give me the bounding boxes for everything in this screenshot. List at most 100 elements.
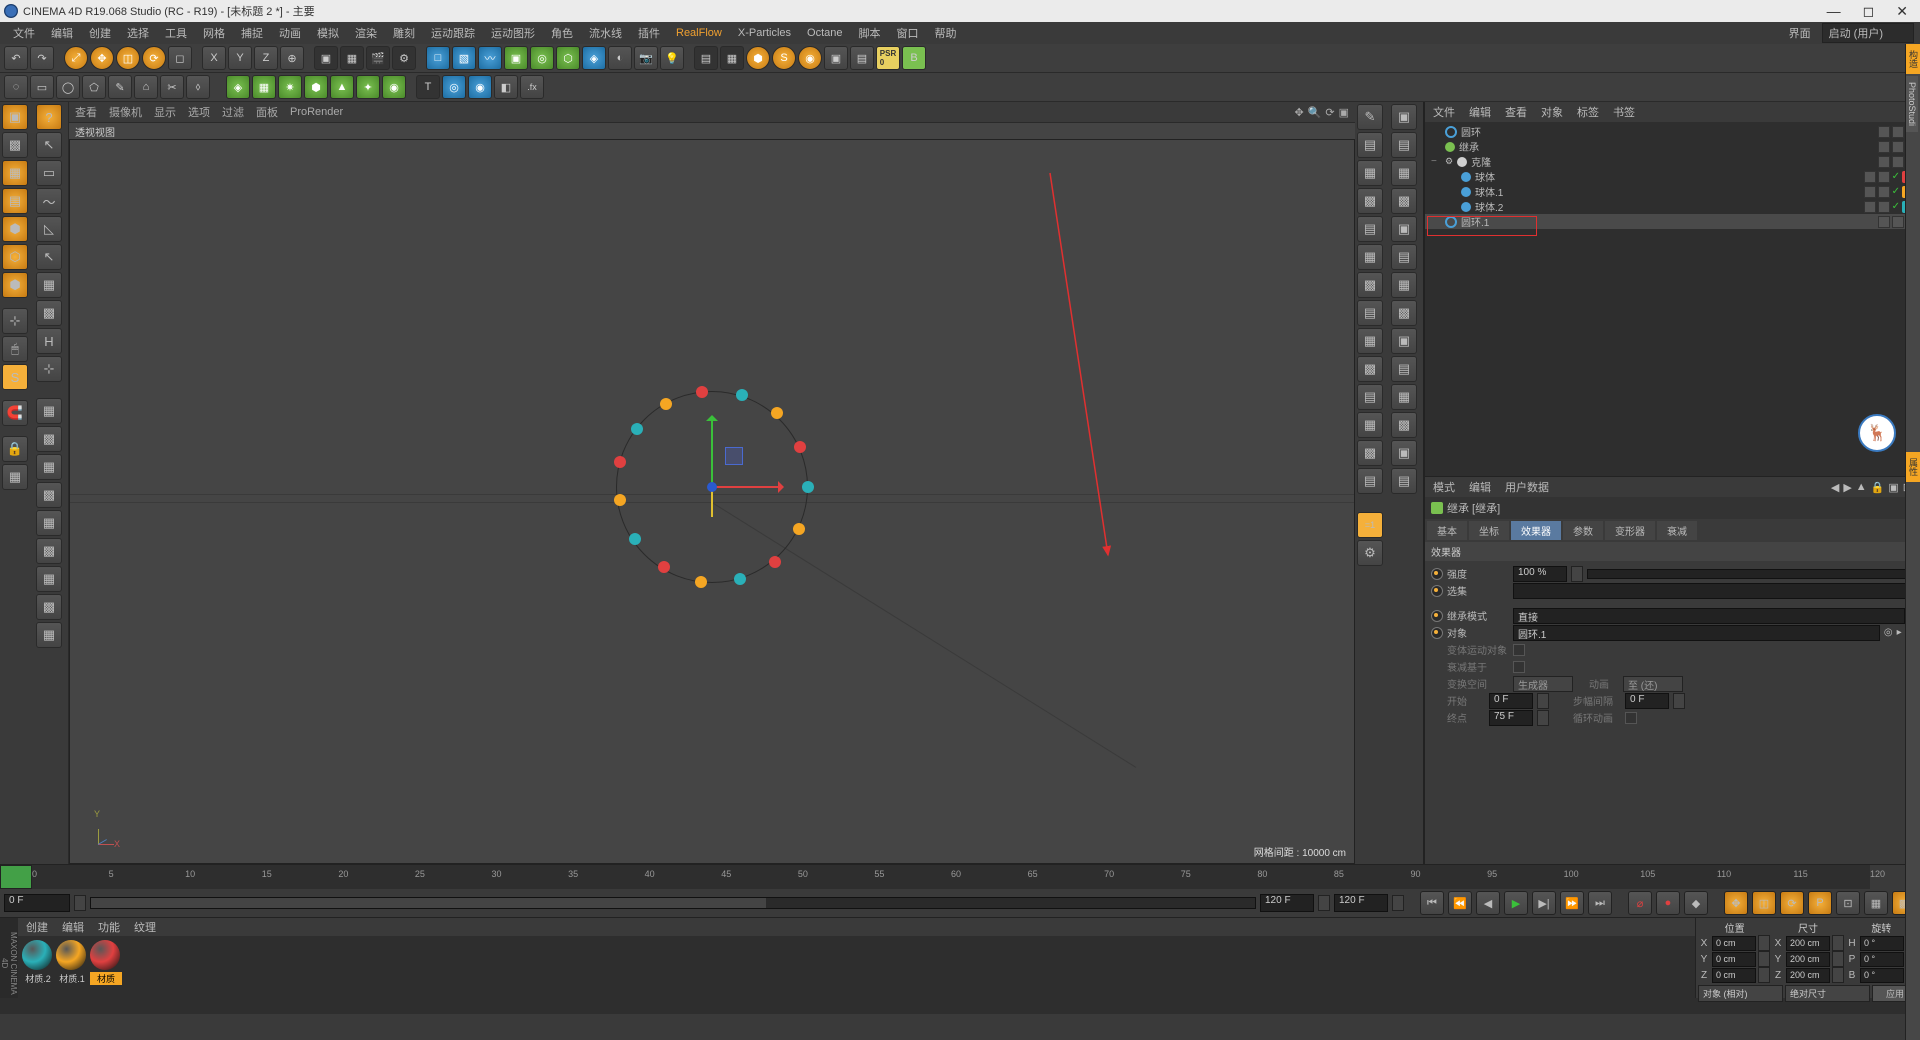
key-scale-button[interactable]: ◫ (1752, 891, 1776, 915)
rp-h-icon[interactable]: ▩ (1391, 300, 1417, 326)
am-menu-item[interactable]: 模式 (1433, 479, 1455, 495)
fx-icon[interactable]: .fx (520, 75, 544, 99)
goto-start-button[interactable]: ⏮ (1420, 891, 1444, 915)
material-item[interactable]: 材质.1 (56, 940, 88, 985)
mat-menu-item[interactable]: 创建 (26, 919, 48, 935)
tree-row[interactable]: 球体✓ (1425, 169, 1920, 184)
poly-mode-icon[interactable]: ⬢ (2, 272, 28, 298)
step-field[interactable]: 0 F (1625, 693, 1669, 709)
knife-icon[interactable]: ✂ (160, 75, 184, 99)
matrix-icon[interactable]: ▦ (252, 75, 276, 99)
axis-z-lock[interactable]: Z (254, 46, 278, 70)
timeline-ruler[interactable]: 0510152025303540455055606570758085909510… (0, 864, 1920, 889)
attr-anim-dot[interactable] (1431, 627, 1443, 639)
vtab-3[interactable]: 属性 (1906, 452, 1920, 482)
move-icon[interactable]: ↖ (36, 244, 62, 270)
hair-button[interactable]: ◉ (798, 46, 822, 70)
viewport-3d[interactable]: Y X 网格间距 : 10000 cm (69, 139, 1355, 864)
rp-g-icon[interactable]: ▦ (1391, 272, 1417, 298)
spinner-icon[interactable] (1318, 895, 1330, 911)
menu-item[interactable]: 模拟 (310, 23, 346, 43)
mat-menu-item[interactable]: 编辑 (62, 919, 84, 935)
rp-k-icon[interactable]: ▦ (1391, 384, 1417, 410)
brush-icon[interactable]: ✎ (108, 75, 132, 99)
pal-e-icon[interactable]: ▦ (1357, 244, 1383, 270)
point-mode-icon[interactable]: ⬢ (2, 216, 28, 242)
time-start-field[interactable]: 0 F (4, 894, 70, 912)
poly-icon[interactable]: ◺ (36, 216, 62, 242)
environment-button[interactable]: ◐ (608, 46, 632, 70)
pal-d-icon[interactable]: ▤ (1357, 216, 1383, 242)
time-end-field[interactable]: 120 F (1260, 894, 1314, 912)
pos-y-field[interactable]: 0 cm (1712, 952, 1756, 967)
scene-button[interactable]: ▤ (694, 46, 718, 70)
end-field[interactable]: 75 F (1489, 710, 1533, 726)
workplane-icon[interactable]: ▤ (2, 188, 28, 214)
scale-tool[interactable]: ◫ (116, 46, 140, 70)
tree-row[interactable]: 圆环✓ (1425, 124, 1920, 139)
rp-c-icon[interactable]: ▦ (1391, 160, 1417, 186)
tree-row[interactable]: 球体.2✓ (1425, 199, 1920, 214)
vp-menu-item[interactable]: 选项 (188, 104, 210, 120)
rot-p-field[interactable]: 0 ° (1860, 952, 1904, 967)
anim-dropdown[interactable]: 至 (还) (1623, 676, 1683, 692)
light-button[interactable]: 💡 (660, 46, 684, 70)
time-range-slider[interactable] (90, 897, 1256, 909)
poly-sel-icon[interactable]: ▩ (36, 300, 62, 326)
prev-frame-button[interactable]: ◀ (1476, 891, 1500, 915)
rp-b-icon[interactable]: ▤ (1391, 132, 1417, 158)
iron-icon[interactable]: ⬨ (186, 75, 210, 99)
texture-mode-icon[interactable]: ▦ (2, 160, 28, 186)
menu-item[interactable]: 捕捉 (234, 23, 270, 43)
spinner-icon[interactable] (1571, 566, 1583, 582)
rect-icon[interactable]: ▭ (36, 160, 62, 186)
pos-z-field[interactable]: 0 cm (1712, 968, 1756, 983)
spinner-icon[interactable] (1832, 935, 1844, 951)
coord-mode-dropdown[interactable]: 对象 (相对) (1698, 985, 1783, 1002)
spinner-icon[interactable] (1832, 951, 1844, 967)
xpresso-button[interactable]: ▣ (824, 46, 848, 70)
tree-row[interactable]: −⚙克隆✓ (1425, 154, 1920, 169)
layout-dropdown[interactable]: 启动 (用户) (1822, 23, 1914, 43)
render-pv-button[interactable]: 🎬 (366, 46, 390, 70)
rp-e-icon[interactable]: ▣ (1391, 216, 1417, 242)
extra6-icon[interactable]: ▩ (36, 538, 62, 564)
om-menu-item[interactable]: 文件 (1433, 104, 1455, 120)
b-button[interactable]: B (902, 46, 926, 70)
render-region-button[interactable]: ▦ (340, 46, 364, 70)
pal-f-icon[interactable]: ▩ (1357, 272, 1383, 298)
menu-item[interactable]: 网格 (196, 23, 232, 43)
pal-i-icon[interactable]: ▩ (1357, 356, 1383, 382)
vp-menu-item[interactable]: 过滤 (222, 104, 244, 120)
cloner-icon[interactable]: ◈ (226, 75, 250, 99)
rp-a-icon[interactable]: ▣ (1391, 104, 1417, 130)
undo-button[interactable]: ↶ (4, 46, 28, 70)
select-tool[interactable]: ⤢ (64, 46, 88, 70)
strength-slider[interactable] (1587, 569, 1914, 579)
om-menu-item[interactable]: 编辑 (1469, 104, 1491, 120)
vp-menu-item[interactable]: 面板 (256, 104, 278, 120)
effector-icon[interactable]: ◎ (442, 75, 466, 99)
rp-d-icon[interactable]: ▩ (1391, 188, 1417, 214)
psr-button[interactable]: PSR0 (876, 46, 900, 70)
vp-zoom-icon[interactable]: 🔍 (1308, 106, 1322, 119)
rot-h-field[interactable]: 0 ° (1860, 936, 1904, 951)
tree-row[interactable]: 圆环.1✓ (1425, 214, 1920, 229)
mograph-button[interactable]: ⬢ (746, 46, 770, 70)
rp-n-icon[interactable]: ▤ (1391, 468, 1417, 494)
next-key-button[interactable]: ⏩ (1560, 891, 1584, 915)
spinner-icon[interactable] (1758, 935, 1770, 951)
menu-item[interactable]: Octane (800, 25, 849, 41)
rect-select-icon[interactable]: ▭ (30, 75, 54, 99)
object-tree[interactable]: 🦌 圆环✓继承✓−⚙克隆✓球体✓球体.1✓球体.2✓圆环.1✓ (1425, 122, 1920, 476)
minimize-button[interactable]: — (1827, 3, 1841, 20)
key-pos-button[interactable]: ✥ (1724, 891, 1748, 915)
freehand-icon[interactable]: 〜 (36, 188, 62, 214)
key-opt1-button[interactable]: ▦ (1864, 891, 1888, 915)
am-new-icon[interactable]: ▣ (1888, 481, 1898, 494)
start-field[interactable]: 0 F (1489, 693, 1533, 709)
axis-y-lock[interactable]: Y (228, 46, 252, 70)
pal-m-icon[interactable]: ▤ (1357, 468, 1383, 494)
coord-size-dropdown[interactable]: 绝对尺寸 (1785, 985, 1870, 1002)
model-mode-icon[interactable]: ▩ (2, 132, 28, 158)
